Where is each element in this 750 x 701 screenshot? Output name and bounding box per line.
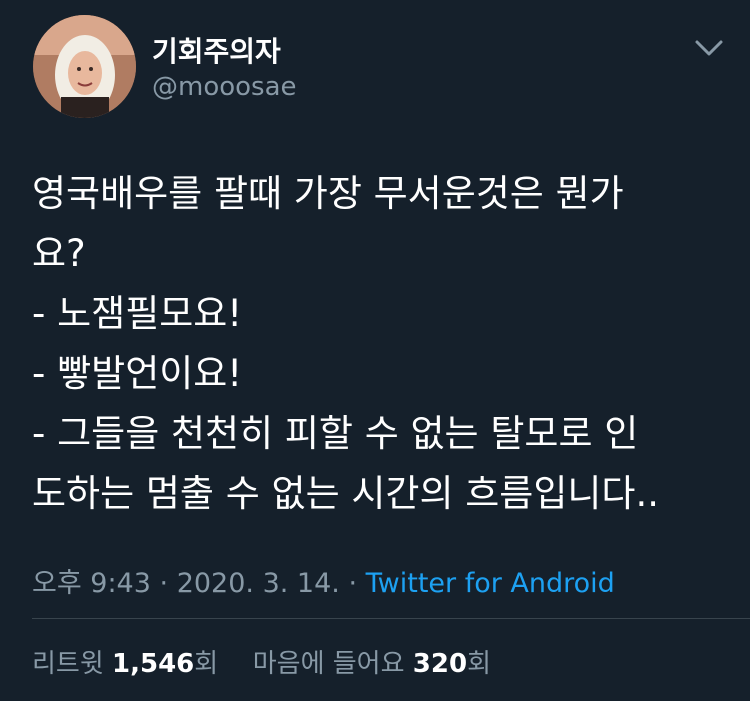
retweet-stat[interactable]: 리트윗 1,546회	[32, 649, 226, 679]
retweet-label: 리트윗	[32, 649, 104, 679]
tweet-text-line: - 빻발언이요!	[32, 352, 243, 395]
user-handle[interactable]: @mooosae	[152, 72, 297, 102]
tweet-text-line: 도하는 멈출 수 없는 시간의 흐름입니다..	[32, 472, 659, 515]
like-count: 320	[412, 649, 468, 679]
profile-photo	[33, 15, 136, 118]
tweet-text-line: - 그들을 천천히 피할 수 없는 탈모로 인	[32, 412, 639, 455]
retweet-count: 1,546	[112, 649, 195, 679]
tweet-text-line: 영국배우를 팔때 가장 무서운것은 뭔가	[32, 172, 624, 215]
tweet-meta: 오후 9:43 · 2020. 3. 14. · Twitter for And…	[32, 561, 615, 600]
meta-separator: ·	[348, 568, 358, 599]
tweet-text: 영국배우를 팔때 가장 무서운것은 뭔가 요? - 노잼필모요! - 빻발언이요…	[32, 164, 732, 524]
tweet-stats: 리트윗 1,546회 마음에 들어요 320회	[32, 643, 491, 680]
tweet-time[interactable]: 오후 9:43	[32, 568, 151, 599]
display-name[interactable]: 기회주의자	[152, 30, 281, 70]
tweet-source-link[interactable]: Twitter for Android	[366, 568, 615, 599]
tweet-text-line: - 노잼필모요!	[32, 292, 243, 335]
meta-separator: ·	[159, 568, 169, 599]
tweet-date[interactable]: 2020. 3. 14.	[177, 568, 340, 599]
chevron-down-icon[interactable]	[693, 36, 725, 60]
retweet-suffix: 회	[194, 649, 219, 679]
tweet-text-line: 요?	[32, 232, 86, 275]
like-suffix: 회	[467, 649, 491, 679]
like-label: 마음에 들어요	[252, 649, 405, 679]
divider	[32, 618, 750, 619]
tweet: 기회주의자 @mooosae 영국배우를 팔때 가장 무서운것은 뭔가 요? -…	[0, 0, 750, 701]
like-stat[interactable]: 마음에 들어요 320회	[253, 649, 491, 679]
avatar[interactable]	[33, 15, 136, 118]
